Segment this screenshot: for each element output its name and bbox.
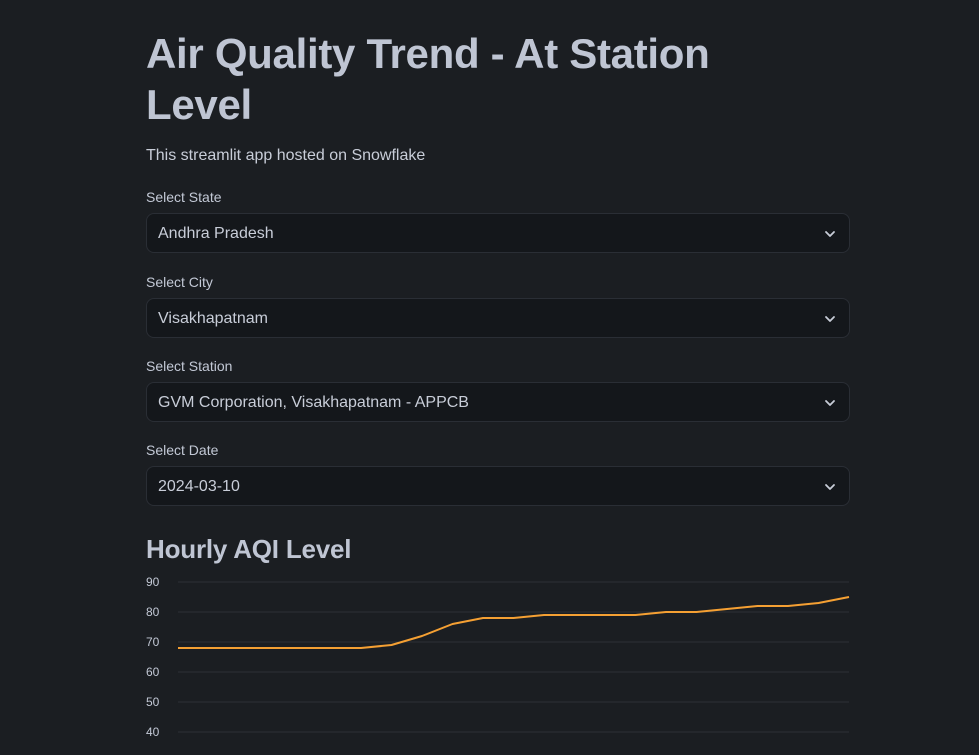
- y-tick-label: 80: [146, 605, 160, 619]
- chevron-down-icon: [825, 484, 835, 490]
- hourly-aqi-chart-svg: 90 80 70 60 50 40: [146, 575, 850, 739]
- station-label: Select Station: [146, 358, 233, 374]
- page-title: Air Quality Trend - At Station Level: [146, 30, 710, 128]
- state-select-value: Andhra Pradesh: [158, 225, 274, 242]
- y-tick-label: 60: [146, 665, 160, 679]
- station-select[interactable]: GVM Corporation, Visakhapatnam - APPCB: [146, 382, 850, 422]
- aqi-series-line: [178, 596, 850, 649]
- y-tick-label: 50: [146, 695, 160, 709]
- city-select-value: Visakhapatnam: [158, 310, 268, 327]
- city-select[interactable]: Visakhapatnam: [146, 298, 850, 338]
- y-tick-label: 90: [146, 575, 160, 589]
- app-page: Air Quality Trend - At Station Level Thi…: [0, 0, 979, 755]
- state-label: Select State: [146, 189, 222, 205]
- date-label: Select Date: [146, 442, 219, 458]
- chevron-down-icon: [825, 400, 835, 406]
- y-tick-label: 70: [146, 635, 160, 649]
- chevron-down-icon: [825, 316, 835, 322]
- page-subtitle: This streamlit app hosted on Snowflake: [146, 147, 426, 164]
- hourly-aqi-chart[interactable]: 90 80 70 60 50 40: [146, 570, 856, 755]
- date-select[interactable]: 2024-03-10: [146, 466, 850, 506]
- chevron-down-icon: [825, 231, 835, 237]
- date-select-value: 2024-03-10: [158, 478, 240, 495]
- station-select-value: GVM Corporation, Visakhapatnam - APPCB: [158, 394, 469, 411]
- state-select[interactable]: Andhra Pradesh: [146, 213, 850, 253]
- hourly-aqi-heading: Hourly AQI Level: [146, 534, 352, 564]
- city-label: Select City: [146, 274, 213, 290]
- y-tick-label: 40: [146, 725, 160, 739]
